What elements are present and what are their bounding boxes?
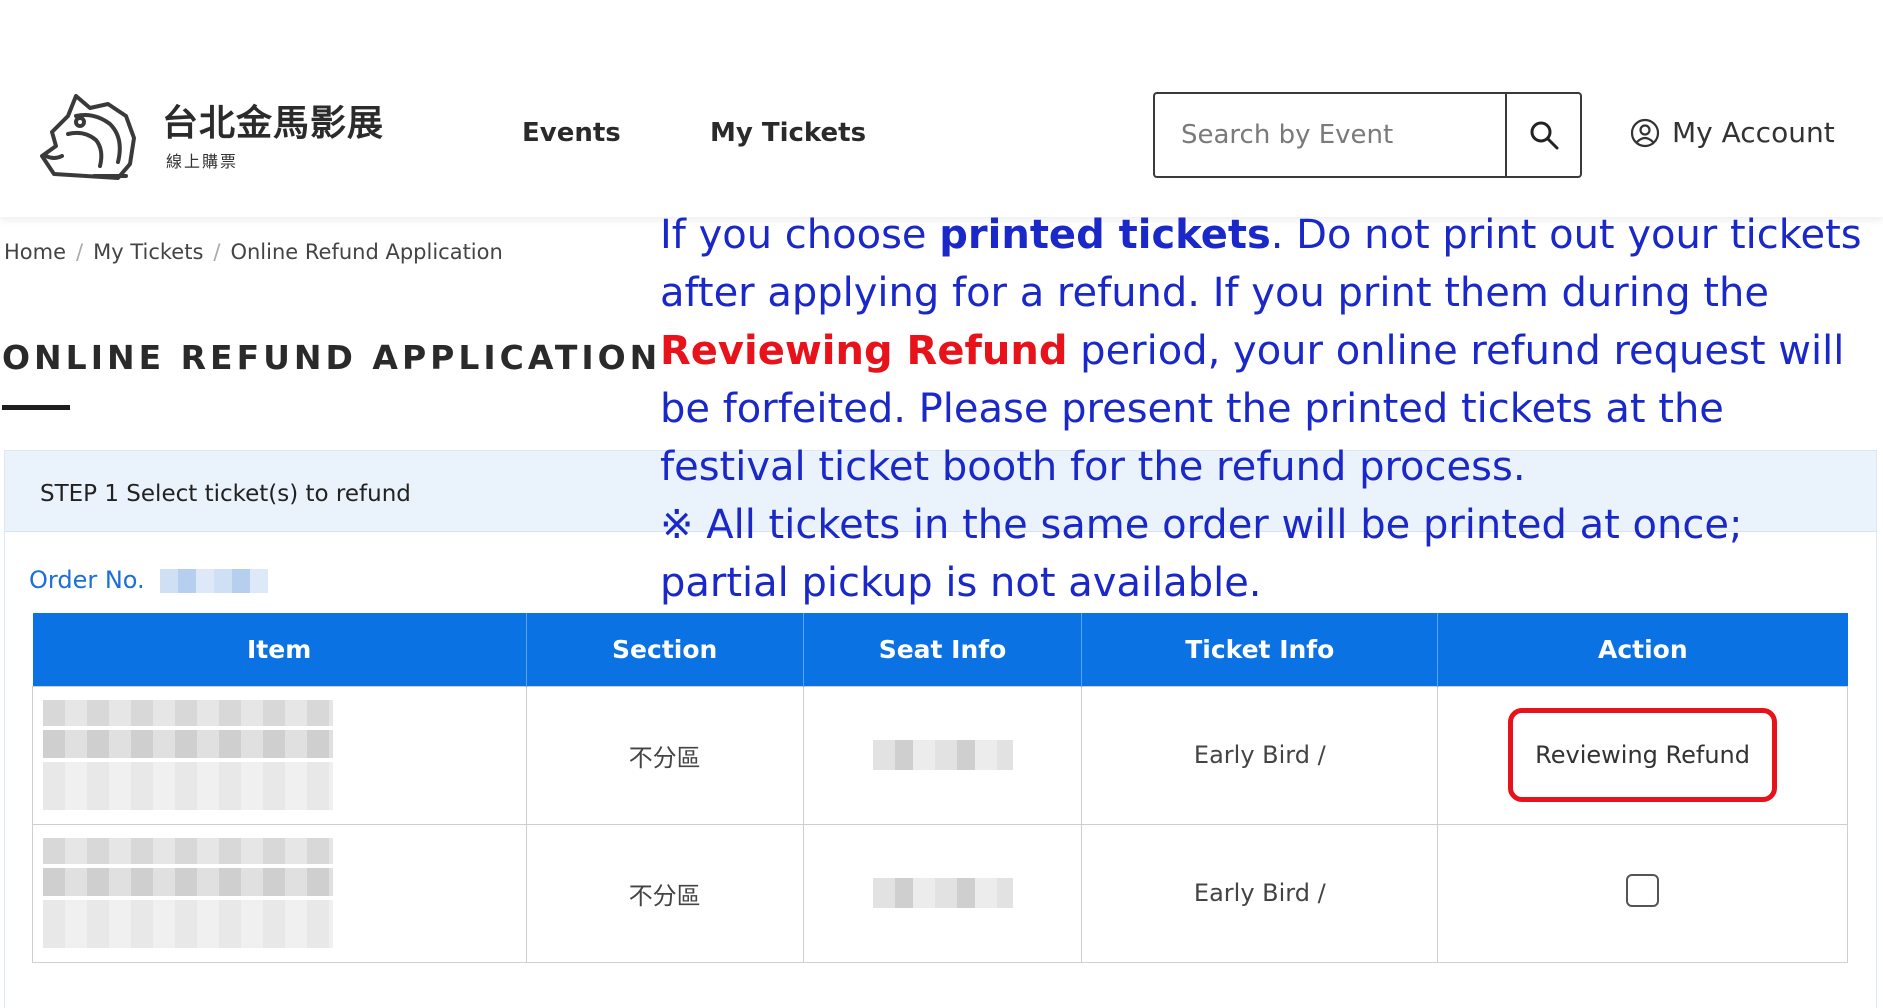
- item-redacted: [43, 700, 333, 810]
- ticket-info-cell: Early Bird /: [1081, 685, 1439, 825]
- item-cell: [32, 685, 527, 825]
- order-number-label: Order No.: [29, 566, 145, 594]
- logo-title: 台北金馬影展: [162, 102, 385, 144]
- account-icon: [1630, 118, 1660, 147]
- site-header: 台北金馬影展 線上購票 Events My Tickets My Account: [0, 0, 1883, 217]
- item-redacted: [43, 838, 333, 948]
- nav-my-tickets[interactable]: My Tickets: [710, 118, 866, 148]
- column-header-section: Section: [526, 613, 804, 686]
- section-cell: 不分區: [525, 685, 804, 825]
- search-input[interactable]: [1155, 94, 1505, 176]
- notice-reviewing-refund: Reviewing Refund: [660, 328, 1068, 374]
- action-cell: Reviewing Refund: [1437, 685, 1848, 825]
- refund-notice-overlay: If you choose printed tickets. Do not pr…: [660, 206, 1875, 612]
- breadcrumb-home[interactable]: Home: [4, 240, 66, 264]
- seat-redacted: [872, 740, 1013, 770]
- table-header-row: Item Section Seat Info Ticket Info Actio…: [32, 613, 1848, 686]
- table-row: 不分區 Early Bird /: [32, 823, 1848, 963]
- breadcrumb: Home / My Tickets / Online Refund Applicatio…: [4, 240, 503, 264]
- column-header-ticket-info: Ticket Info: [1081, 613, 1439, 686]
- notice-pickup-note: ※ All tickets in the same order will be …: [660, 502, 1743, 606]
- page-title: ONLINE REFUND APPLICATION: [2, 338, 662, 377]
- site-logo[interactable]: 台北金馬影展 線上購票: [34, 86, 384, 186]
- reviewing-refund-status: Reviewing Refund: [1508, 708, 1777, 802]
- action-cell: [1437, 823, 1848, 963]
- logo-subtitle: 線上購票: [166, 152, 239, 171]
- account-label: My Account: [1672, 116, 1835, 149]
- breadcrumb-separator: /: [213, 240, 221, 264]
- step-label: STEP 1 Select ticket(s) to refund: [40, 481, 411, 507]
- seat-cell: [802, 823, 1083, 963]
- search-box: [1153, 92, 1582, 178]
- refund-select-checkbox[interactable]: [1626, 873, 1660, 907]
- seat-redacted: [872, 878, 1013, 908]
- notice-printed-tickets: printed tickets: [939, 212, 1271, 258]
- breadcrumb-my-tickets[interactable]: My Tickets: [93, 240, 203, 264]
- column-header-action: Action: [1437, 613, 1848, 686]
- search-icon: [1530, 121, 1558, 150]
- nav-events[interactable]: Events: [522, 118, 621, 148]
- horse-logo-icon: [40, 94, 136, 180]
- seat-cell: [802, 685, 1083, 825]
- title-underline: [2, 405, 70, 410]
- account-menu[interactable]: My Account: [1630, 116, 1835, 149]
- column-header-seat-info: Seat Info: [803, 613, 1083, 686]
- ticket-table: Item Section Seat Info Ticket Info Actio…: [32, 613, 1848, 963]
- breadcrumb-current: Online Refund Application: [230, 240, 503, 264]
- breadcrumb-separator: /: [76, 240, 84, 264]
- order-number-redacted: [160, 569, 268, 593]
- section-cell: 不分區: [525, 823, 804, 963]
- item-cell: [32, 823, 527, 963]
- notice-text: If you choose: [660, 212, 940, 258]
- ticket-info-cell: Early Bird /: [1081, 823, 1439, 963]
- search-button[interactable]: [1505, 94, 1580, 176]
- column-header-item: Item: [32, 613, 527, 686]
- table-row: 不分區 Early Bird / Reviewing Refund: [32, 685, 1848, 825]
